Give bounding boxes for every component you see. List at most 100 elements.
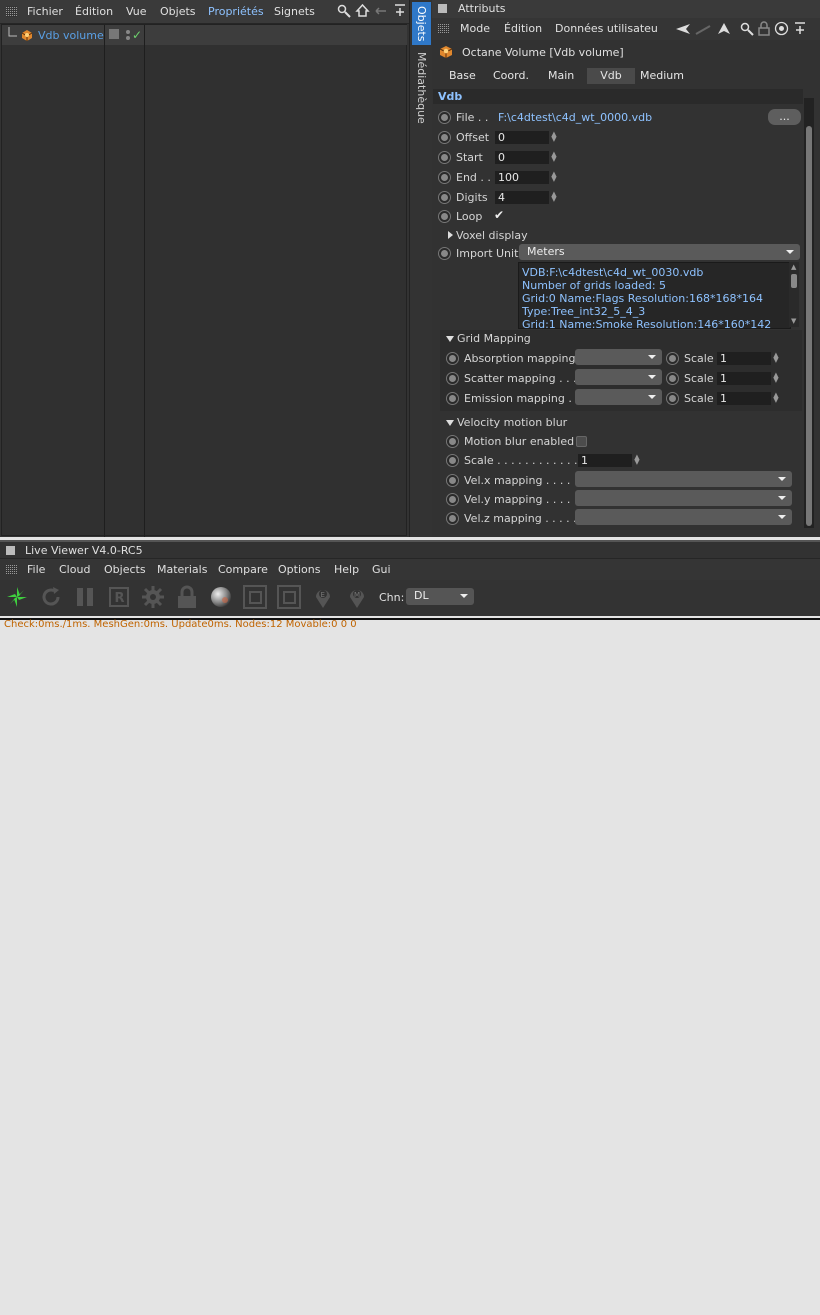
end-keyframe-radio[interactable] — [438, 171, 451, 184]
tab-main[interactable]: Main — [548, 68, 574, 84]
absorption-keyframe-radio[interactable] — [446, 352, 459, 365]
start-spinner[interactable]: ▲ ▼ — [551, 151, 557, 163]
tab-vdb[interactable]: Vdb — [587, 68, 635, 84]
menu-vue[interactable]: Vue — [126, 5, 147, 18]
absorption-mapping-dropdown[interactable] — [575, 349, 662, 365]
file-path-field[interactable]: F:\c4dtest\c4d_wt_0000.vdb — [498, 111, 652, 124]
info-scrollbar[interactable]: ▲ ▼ — [789, 262, 799, 327]
menu-options[interactable]: Options — [278, 563, 320, 576]
tab-medium[interactable]: Medium — [640, 68, 684, 84]
home-icon[interactable] — [355, 3, 370, 18]
lock-icon[interactable] — [757, 21, 771, 36]
panel-grip-icon[interactable] — [6, 6, 17, 17]
pin-e-icon[interactable]: E — [311, 585, 335, 609]
offset-spinner[interactable]: ▲ ▼ — [551, 131, 557, 143]
vel-y-keyframe-radio[interactable] — [446, 493, 459, 506]
menu-help[interactable]: Help — [334, 563, 359, 576]
scatter-scale-radio[interactable] — [666, 372, 679, 385]
enabled-check-icon[interactable]: ✓ — [132, 28, 142, 42]
menu-mode[interactable]: Mode — [460, 22, 490, 35]
menu-cloud[interactable]: Cloud — [59, 563, 90, 576]
emission-mapping-dropdown[interactable] — [575, 389, 662, 405]
browse-button[interactable]: ... — [768, 109, 801, 125]
menu-objets[interactable]: Objets — [160, 5, 196, 18]
channel-dropdown[interactable]: DL — [406, 588, 474, 605]
visibility-dots-icon[interactable] — [124, 28, 132, 42]
panel-square-icon[interactable] — [438, 4, 447, 13]
arrow-left-icon[interactable] — [674, 22, 692, 36]
search-icon[interactable] — [337, 4, 351, 18]
digits-keyframe-radio[interactable] — [438, 191, 451, 204]
start-input[interactable]: 0 — [495, 151, 549, 164]
vel-z-keyframe-radio[interactable] — [446, 512, 459, 525]
end-spinner[interactable]: ▲ ▼ — [551, 171, 557, 183]
search-icon[interactable] — [740, 22, 754, 36]
menu-objects[interactable]: Objects — [104, 563, 146, 576]
tab-base[interactable]: Base — [449, 68, 476, 84]
settings-gear-icon[interactable] — [141, 585, 165, 609]
scatter-keyframe-radio[interactable] — [446, 372, 459, 385]
object-name[interactable]: Vdb volume — [38, 29, 104, 42]
target-icon[interactable] — [774, 21, 789, 36]
loop-checkbox[interactable]: ✔ — [494, 208, 504, 222]
menu-user-data[interactable]: Données utilisateu — [555, 22, 658, 35]
emission-scale-radio[interactable] — [666, 392, 679, 405]
tab-objets[interactable]: Objets — [412, 2, 431, 45]
emission-keyframe-radio[interactable] — [446, 392, 459, 405]
arrow-up-icon[interactable] — [717, 21, 731, 36]
vel-y-mapping-dropdown[interactable] — [575, 490, 792, 506]
velocity-motion-blur-title[interactable]: Velocity motion blur — [457, 416, 567, 429]
menu-edition[interactable]: Édition — [504, 22, 542, 35]
menu-signets[interactable]: Signets — [274, 5, 315, 18]
absorption-scale-radio[interactable] — [666, 352, 679, 365]
offset-input[interactable]: 0 — [495, 131, 549, 144]
menu-edition[interactable]: Édition — [75, 5, 113, 18]
menu-file[interactable]: File — [27, 563, 45, 576]
expanded-arrow-icon[interactable] — [446, 336, 454, 342]
menu-compare[interactable]: Compare — [218, 563, 268, 576]
menu-proprietes[interactable]: Propriétés — [208, 5, 264, 18]
vel-z-mapping-dropdown[interactable] — [575, 509, 792, 525]
motion-blur-checkbox[interactable] — [576, 436, 587, 447]
expand-panel-icon[interactable] — [393, 3, 407, 18]
emission-scale-spinner[interactable]: ▲ ▼ — [773, 392, 779, 404]
file-keyframe-radio[interactable] — [438, 111, 451, 124]
velocity-scale-spinner[interactable]: ▲ ▼ — [634, 454, 640, 466]
octane-render-icon[interactable] — [5, 585, 29, 609]
region-render-icon[interactable]: R — [107, 585, 131, 609]
loop-keyframe-radio[interactable] — [438, 210, 451, 223]
panel-grip-icon[interactable] — [6, 564, 17, 575]
absorption-scale-input[interactable]: 1 — [717, 352, 771, 365]
tab-coord[interactable]: Coord. — [493, 68, 529, 84]
motion-blur-keyframe-radio[interactable] — [446, 435, 459, 448]
panel-square-icon[interactable] — [6, 546, 15, 555]
render-viewport[interactable] — [0, 618, 820, 1315]
scatter-scale-input[interactable]: 1 — [717, 372, 771, 385]
scatter-mapping-dropdown[interactable] — [575, 369, 662, 385]
digits-input[interactable]: 4 — [495, 191, 549, 204]
expand-panel-icon[interactable] — [793, 21, 807, 36]
menu-gui[interactable]: Gui — [372, 563, 391, 576]
object-row[interactable]: Vdb volume ✓ — [2, 25, 407, 45]
collapsed-arrow-icon[interactable] — [447, 231, 453, 239]
material-ball-icon[interactable] — [209, 585, 233, 609]
menu-materials[interactable]: Materials — [157, 563, 207, 576]
panel-grip-icon[interactable] — [438, 23, 449, 34]
velocity-scale-input[interactable]: 1 — [578, 454, 632, 467]
layer-icon[interactable] — [109, 29, 119, 39]
arrow-right-disabled-icon[interactable] — [694, 22, 712, 36]
velocity-scale-radio[interactable] — [446, 454, 459, 467]
digits-spinner[interactable]: ▲ ▼ — [551, 191, 557, 203]
tab-mediatheque[interactable]: Médiathèque — [412, 52, 431, 124]
import-unit-keyframe-radio[interactable] — [438, 247, 451, 260]
start-keyframe-radio[interactable] — [438, 151, 451, 164]
viewport-frame-icon[interactable] — [243, 585, 267, 609]
lock-icon[interactable] — [175, 585, 199, 609]
pin-m-icon[interactable]: M — [345, 585, 369, 609]
voxel-display-group[interactable]: Voxel display — [456, 229, 528, 242]
vel-x-keyframe-radio[interactable] — [446, 474, 459, 487]
offset-keyframe-radio[interactable] — [438, 131, 451, 144]
end-input[interactable]: 100 — [495, 171, 549, 184]
vel-x-mapping-dropdown[interactable] — [575, 471, 792, 487]
scatter-scale-spinner[interactable]: ▲ ▼ — [773, 372, 779, 384]
